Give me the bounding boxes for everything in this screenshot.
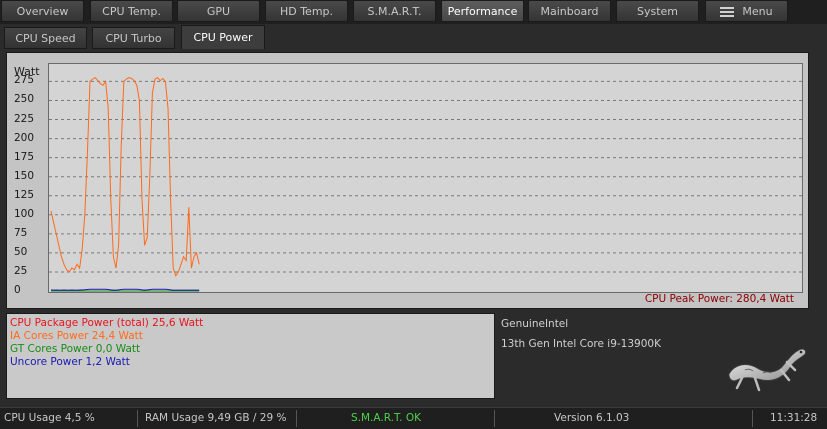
tab-gpu[interactable]: GPU — [177, 0, 260, 22]
cpu-usage-status: CPU Usage 4,5 % — [4, 412, 95, 424]
tab-cpu-turbo[interactable]: CPU Turbo — [92, 27, 175, 49]
status-bar: CPU Usage 4,5 % RAM Usage 9,49 GB / 29 %… — [0, 407, 827, 429]
cpu-info: GenuineIntel 13th Gen Intel Core i9-1390… — [501, 318, 661, 358]
y-tick-label: 125 — [14, 188, 35, 201]
plot-area — [48, 63, 803, 293]
power-chart-panel: Watt 0 25 50 75 100 125 150 175 200 225 250 275 CPU… — [6, 52, 809, 309]
tab-mainboard[interactable]: Mainboard — [528, 0, 611, 22]
menu-button[interactable]: Menu — [705, 0, 788, 22]
legend-gt-cores-power: GT Cores Power 0,0 Watt — [10, 343, 141, 355]
y-tick-label: 150 — [14, 169, 35, 182]
y-tick-label: 225 — [14, 112, 35, 125]
status-separator — [296, 410, 297, 427]
y-tick-label: 200 — [14, 131, 35, 144]
main-tab-bar: Overview CPU Temp. GPU HD Temp. S.M.A.R.… — [0, 0, 827, 24]
tab-smart[interactable]: S.M.A.R.T. — [353, 0, 436, 22]
legend-uncore-power: Uncore Power 1,2 Watt — [10, 356, 130, 368]
tab-cpu-temp[interactable]: CPU Temp. — [90, 0, 173, 22]
y-tick-label: 175 — [14, 150, 35, 163]
legend-panel: CPU Package Power (total) 25,6 Watt IA C… — [6, 313, 495, 399]
y-tick-label: 100 — [14, 207, 35, 220]
y-tick-label: 50 — [14, 245, 28, 258]
tab-performance[interactable]: Performance — [441, 0, 524, 22]
status-separator — [752, 410, 753, 427]
peak-power-label: CPU Peak Power: 280,4 Watt — [644, 293, 794, 305]
y-tick-label: 0 — [14, 284, 21, 296]
menu-label: Menu — [742, 5, 773, 18]
tab-cpu-speed[interactable]: CPU Speed — [4, 27, 87, 49]
power-chart — [49, 76, 802, 292]
y-tick-label: 275 — [14, 74, 35, 87]
y-tick-label: 250 — [14, 93, 35, 106]
legend-ia-cores-power: IA Cores Power 24,4 Watt — [10, 330, 143, 342]
cpu-model: 13th Gen Intel Core i9-13900K — [501, 338, 661, 350]
legend-package-power: CPU Package Power (total) 25,6 Watt — [10, 317, 204, 329]
cpu-vendor: GenuineIntel — [501, 318, 569, 330]
series-line-uncore-power — [50, 288, 200, 291]
sub-tab-bar: CPU Speed CPU Turbo CPU Power — [0, 24, 827, 50]
tab-hd-temp[interactable]: HD Temp. — [265, 0, 348, 22]
tab-system[interactable]: System — [616, 0, 699, 22]
version-label: Version 6.1.03 — [554, 412, 630, 424]
hamburger-icon — [720, 5, 735, 19]
tab-cpu-power[interactable]: CPU Power — [181, 25, 265, 49]
salamander-logo-icon — [728, 348, 806, 392]
status-separator — [494, 410, 495, 427]
smart-status: S.M.A.R.T. OK — [351, 412, 421, 424]
status-separator — [137, 410, 138, 427]
tab-overview[interactable]: Overview — [1, 0, 84, 22]
clock-label: 11:31:28 — [770, 412, 818, 424]
y-tick-label: 25 — [14, 264, 28, 277]
ram-usage-status: RAM Usage 9,49 GB / 29 % — [145, 412, 287, 424]
y-tick-label: 75 — [14, 226, 28, 239]
